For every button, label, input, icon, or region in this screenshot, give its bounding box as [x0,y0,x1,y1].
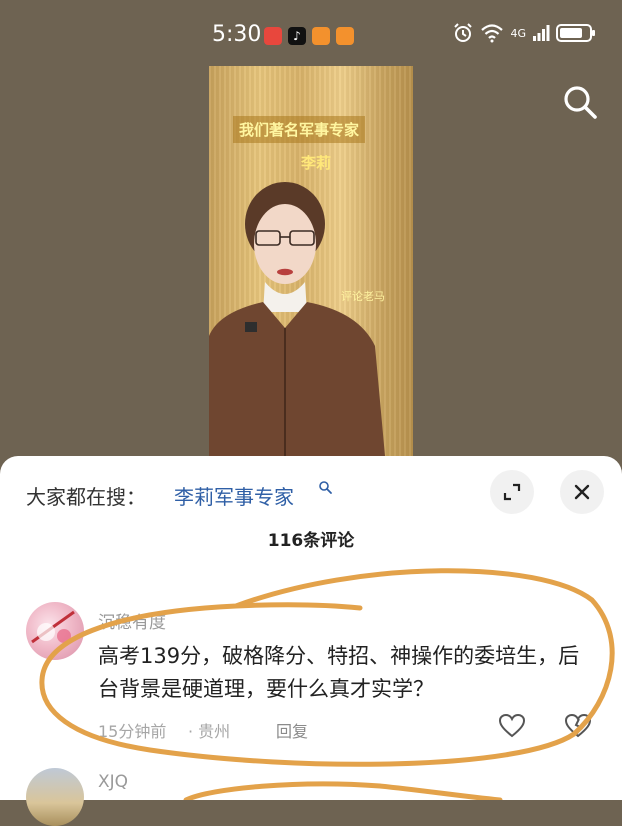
red-app-icon [264,27,282,45]
search-icon[interactable] [560,82,600,122]
broken-heart-icon[interactable] [564,712,592,740]
hot-search-prefix: 大家都在搜： [26,485,146,509]
avatar[interactable] [26,768,84,826]
video-caption-credit: 评论老马 [341,290,385,303]
battery-icon [556,24,595,42]
comment-username[interactable]: 沉稳有度 [98,608,166,633]
small-search-icon [319,481,332,494]
avatar-image [31,610,75,644]
expand-button[interactable] [490,470,534,514]
hot-search-link[interactable]: 李莉军事专家 [174,481,294,510]
status-bar: 5:30 ♪ 4G [0,0,622,70]
wifi-icon [481,24,504,43]
video-caption-title: 我们著名军事专家 [233,116,366,143]
clock: 5:30 [212,22,262,47]
video-player[interactable]: 我们著名军事专家 李莉 评论老马 [209,66,413,456]
comment-item: XJQ [0,762,622,826]
notification-icons: ♪ [264,27,354,45]
comment-username[interactable]: XJQ [98,772,128,792]
expand-icon [503,483,521,501]
system-status: 4G [452,22,595,44]
comment-location: · 贵州 [188,722,231,741]
comment-count: 116条评论 [267,531,355,551]
signal-icon [533,25,550,41]
comment-time: 15分钟前 [98,722,167,741]
tiktok-icon: ♪ [288,27,306,45]
video-caption-name: 李莉 [301,154,332,172]
close-button[interactable] [560,470,604,514]
reply-button[interactable]: 回复 [276,718,308,742]
avatar[interactable] [26,602,84,660]
alarm-icon [454,23,473,42]
comment-text: 高考139分，破格降分、特招、神操作的委培生，后台背景是硬道理，要什么真才实学？ [98,644,580,701]
network-type: 4G [510,26,526,40]
comments-sheet: 大家都在搜： 李莉军事专家 116条评论 沉稳有度 高考139分，破格降分、特招… [0,456,622,826]
orange-app-icon [336,27,354,45]
orange-app-icon [312,27,330,45]
close-icon [574,484,590,500]
heart-icon[interactable] [498,712,526,740]
battery-level [560,28,583,38]
